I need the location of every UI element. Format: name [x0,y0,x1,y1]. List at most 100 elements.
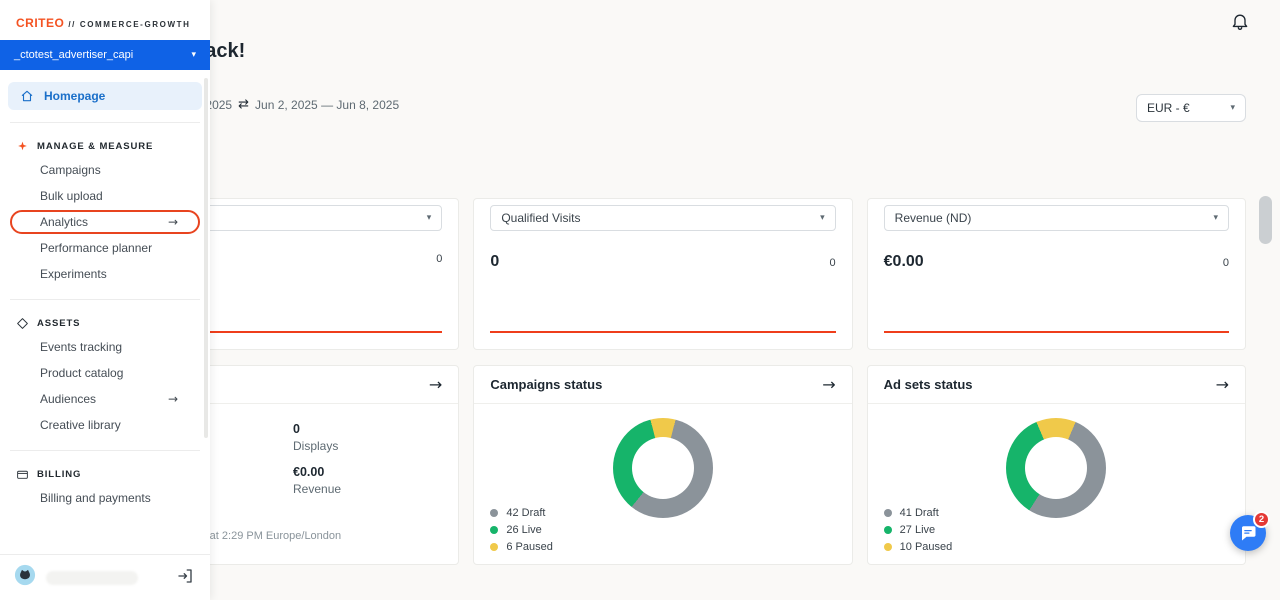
status-row: → 0 Displays €0.00 Revenue Last updated … [80,365,1246,565]
sidebar-item-bulk-upload[interactable]: Bulk upload [0,183,210,209]
legend-dot [884,509,892,517]
kpi-metric-select[interactable]: Revenue (ND) ▾ [884,205,1229,231]
divider [10,450,200,451]
bell-icon [1230,11,1250,31]
legend-dot [884,526,892,534]
legend-dot [884,543,892,551]
stat-label: Revenue [293,482,341,496]
chevron-down-icon: ▾ [427,213,432,223]
sidebar-item-experiments[interactable]: Experiments [0,261,210,287]
sidebar-item-homepage[interactable]: Homepage [8,82,202,110]
legend-dot [490,543,498,551]
sidebar-item-campaigns[interactable]: Campaigns [0,157,210,183]
kpi-metric-label: Revenue (ND) [895,211,972,225]
sidebar-item-billing-and-payments[interactable]: Billing and payments [0,485,210,511]
chevron-down-icon: ▾ [191,50,196,60]
kpi-accent-underline [884,331,1229,333]
kpi-accent-underline [490,331,835,333]
chevron-down-icon: ▾ [1230,103,1235,113]
sidebar-item-product-catalog[interactable]: Product catalog [0,360,210,386]
current-date-range: Jun 2, 2025 — Jun 8, 2025 [255,98,399,112]
nav-section-title: BILLING [37,469,81,480]
collapse-sidebar-button[interactable] [174,567,196,589]
stat-label: Displays [293,439,341,453]
open-card-arrow-button[interactable]: → [1216,375,1229,394]
kpi-values: 0 0 [490,253,835,271]
legend-dot [490,509,498,517]
chat-unread-badge: 2 [1253,511,1270,528]
chevron-down-icon: ▾ [820,213,825,223]
sidebar-item-analytics[interactable]: Analytics → [10,210,200,234]
ad-sets-status-donut-chart [1006,418,1106,518]
divider [10,122,200,123]
sidebar-nav: Homepage MANAGE & MEASURE Campaigns Bulk… [0,70,210,511]
sparkle-icon [16,140,29,153]
legend-label: 10 Paused [900,541,953,553]
credit-card-icon [16,468,29,481]
kpi-metric-select[interactable]: Qualified Visits ▾ [490,205,835,231]
arrow-right-icon: → [168,215,178,229]
kpi-secondary-value: 0 [436,253,442,265]
kpi-card-qualified-visits: Qualified Visits ▾ 0 0 [473,198,852,350]
card-title: Ad sets status [884,377,973,392]
stat-value: €0.00 [293,465,341,479]
sidebar-item-label: Homepage [44,89,105,103]
legend-item: 41 Draft [884,504,953,521]
kpi-secondary-value: 0 [1223,257,1229,269]
user-name-redacted [46,571,138,585]
legend-label: 6 Paused [506,541,552,553]
campaigns-status-donut-chart [613,418,713,518]
kpi-metric-label: Qualified Visits [501,211,580,225]
arrow-right-icon: → [168,392,178,406]
nav-section-title: ASSETS [37,318,80,329]
nav-section-billing: BILLING [0,463,210,485]
open-card-arrow-button[interactable]: → [822,375,835,394]
currency-select[interactable]: EUR - € ▾ [1136,94,1246,122]
sidebar-item-creative-library[interactable]: Creative library [0,412,210,438]
cat-avatar-icon [14,564,36,586]
open-card-arrow-button[interactable]: → [429,375,442,394]
divider [10,299,200,300]
chart-legend: 41 Draft 27 Live 10 Paused [884,504,953,555]
sidebar-item-audiences[interactable]: Audiences → [0,386,210,412]
sidebar-item-performance-planner[interactable]: Performance planner [0,235,210,261]
card-title: Campaigns status [490,377,602,392]
compare-swap-icon: ⇄ [238,97,249,112]
chat-bubble-icon [1239,524,1257,542]
chevron-down-icon: ▾ [1213,213,1218,223]
home-icon [20,89,34,103]
avatar[interactable] [14,564,36,591]
sidebar: CRITEO// COMMERCE-GROWTH _ctotest_advert… [0,0,210,600]
legend-item: 10 Paused [884,538,953,555]
notifications-bell-button[interactable] [1228,10,1252,34]
legend-label: 27 Live [900,524,935,536]
legend-label: 41 Draft [900,507,939,519]
exit-arrow-icon [176,567,194,585]
nav-section-manage-measure: MANAGE & MEASURE [0,135,210,157]
legend-item: 6 Paused [490,538,552,555]
diamond-icon [16,317,29,330]
criteo-logo-text: CRITEO [16,16,64,30]
kpi-card-revenue: Revenue (ND) ▾ €0.00 0 [867,198,1246,350]
sidebar-item-events-tracking[interactable]: Events tracking [0,334,210,360]
sidebar-scrollbar-thumb[interactable] [204,78,208,438]
page-scrollbar-thumb[interactable] [1259,196,1272,244]
kpi-value: 0 [490,253,499,271]
kpi-value: €0.00 [884,253,924,271]
chat-fab-button[interactable]: 2 [1230,515,1266,551]
legend-label: 26 Live [506,524,541,536]
sidebar-footer [0,554,210,600]
overview-stats: 0 Displays €0.00 Revenue [293,422,341,496]
brand-logo: CRITEO// COMMERCE-GROWTH [0,0,210,40]
overview-stat-displays: 0 Displays [293,422,341,453]
legend-item: 42 Draft [490,504,552,521]
chart-legend: 42 Draft 26 Live 6 Paused [490,504,552,555]
nav-section-title: MANAGE & MEASURE [37,141,153,152]
advertiser-selector[interactable]: _ctotest_advertiser_capi ▾ [0,40,210,70]
legend-item: 27 Live [884,521,953,538]
legend-dot [490,526,498,534]
kpi-values: €0.00 0 [884,253,1229,271]
ad-sets-status-card: Ad sets status → 41 Draft 27 Live 10 Pau… [867,365,1246,565]
kpi-secondary-value: 0 [830,257,836,269]
legend-item: 26 Live [490,521,552,538]
